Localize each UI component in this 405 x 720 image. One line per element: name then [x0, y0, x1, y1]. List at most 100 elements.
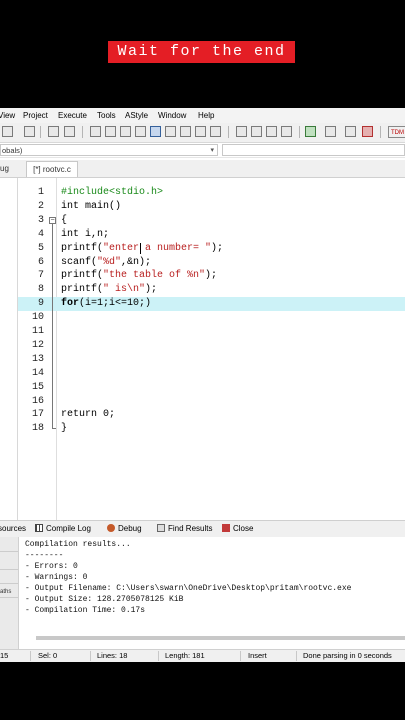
undo-icon[interactable] [48, 126, 59, 137]
toolbar-separator [40, 126, 41, 138]
redo-icon[interactable] [64, 126, 75, 137]
tab-compile-log[interactable]: Compile Log [35, 521, 91, 537]
line-number: 8 [37, 284, 44, 296]
menu-astyle[interactable]: AStyle [125, 108, 148, 123]
line-number: 5 [37, 242, 44, 254]
code-line[interactable]: 11 [18, 325, 405, 339]
scope-dropdown[interactable]: obals) ▾ [0, 144, 218, 156]
new-class-icon[interactable] [210, 126, 221, 137]
line-number: 13 [31, 353, 44, 365]
menu-bar: View Project Execute Tools AStyle Window… [0, 108, 405, 123]
chevron-down-icon[interactable]: ▾ [210, 145, 214, 156]
layout-split-icon[interactable] [251, 126, 262, 137]
code-line[interactable]: 5 printf("enter a number= "); [18, 242, 405, 256]
clean-icon[interactable] [325, 126, 336, 137]
check-syntax-icon[interactable] [305, 126, 316, 137]
toggle-comment-icon[interactable] [195, 126, 206, 137]
ide-window: View Project Execute Tools AStyle Window… [0, 108, 405, 662]
code-line[interactable]: 3{ [18, 214, 405, 228]
log-line: - Errors: 0 [25, 562, 78, 571]
goto-line-icon[interactable] [135, 126, 146, 137]
log-side-button[interactable] [0, 541, 18, 552]
tab-rootvc[interactable]: [*] rootvc.c [26, 161, 78, 177]
code-text: return 0; [61, 409, 116, 421]
code-line[interactable]: 8 printf(" is\n"); [18, 283, 405, 297]
line-number: 14 [31, 367, 44, 379]
code-line[interactable]: 4 int i,n; [18, 228, 405, 242]
compile-icon[interactable] [345, 126, 356, 137]
code-text: int main() [61, 200, 122, 212]
toolbar-separator [82, 126, 83, 138]
code-line[interactable]: 18} [18, 422, 405, 436]
code-line[interactable]: 7 printf("the table of %n"); [18, 269, 405, 283]
bottom-tab-bar: sources Compile Log Debug Find Results C… [0, 520, 405, 538]
code-editor[interactable]: 1 #include<stdio.h> 2 int main() 3{4 int i,n;… [18, 178, 405, 520]
menu-window[interactable]: Window [158, 108, 186, 123]
replace-icon[interactable] [105, 126, 116, 137]
log-side-button[interactable] [0, 559, 18, 570]
tab-debug-fragment[interactable]: ug [0, 164, 9, 173]
stop-icon[interactable] [362, 126, 373, 137]
menu-help[interactable]: Help [198, 108, 214, 123]
code-text: int i,n; [61, 228, 110, 240]
code-line[interactable]: 13 [18, 353, 405, 367]
line-number: 12 [31, 339, 44, 351]
code-line[interactable]: 12 [18, 339, 405, 353]
line-number: 18 [31, 423, 44, 435]
code-line[interactable]: 15 [18, 381, 405, 395]
menu-tools[interactable]: Tools [97, 108, 116, 123]
log-side-button[interactable]: aths [0, 587, 18, 598]
code-text: { [61, 214, 68, 226]
code-text: scanf("%d",&n); [61, 256, 152, 268]
code-line[interactable]: 17 return 0; [18, 408, 405, 422]
compile-log-text: Compilation results... -------- - Errors: … [25, 539, 351, 616]
layout-cascade-icon[interactable] [266, 126, 277, 137]
menu-execute[interactable]: Execute [58, 108, 87, 123]
tab-find-results[interactable]: Find Results [157, 521, 212, 537]
code-line[interactable]: 16 [18, 395, 405, 409]
status-insert-mode: Insert [248, 651, 267, 660]
menu-project[interactable]: Project [23, 108, 48, 123]
log-line: - Output Filename: C:\Users\swarn\OneDri… [25, 584, 352, 593]
menu-view[interactable]: View [0, 108, 15, 123]
bookmark-icon[interactable] [150, 126, 161, 137]
scope-row: obals) ▾ [0, 143, 405, 158]
find-icon[interactable] [90, 126, 101, 137]
tab-debug[interactable]: Debug [107, 521, 142, 537]
code-line[interactable]: 2 int main() [18, 200, 405, 214]
line-number: 15 [31, 381, 44, 393]
unindent-icon[interactable] [180, 126, 191, 137]
toolbar-separator [380, 126, 381, 138]
log-side-button[interactable] [0, 573, 18, 584]
indent-icon[interactable] [165, 126, 176, 137]
compiler-selector[interactable]: TDM [388, 126, 405, 138]
status-selection: Sel: 0 [38, 651, 58, 660]
log-line: -------- [25, 551, 64, 560]
code-line[interactable]: 6 scanf("%d",&n); [18, 256, 405, 270]
code-line[interactable]: 14 [18, 367, 405, 381]
line-number: 11 [31, 326, 44, 337]
tab-debug-label: Debug [118, 524, 142, 533]
symbol-dropdown[interactable] [222, 144, 405, 156]
editor-tab-row: ug [*] rootvc.c [0, 160, 405, 178]
layout-grid-icon[interactable] [281, 126, 292, 137]
fold-toggle-icon[interactable]: − [49, 216, 56, 224]
line-number: 10 [31, 312, 44, 324]
log-horizontal-scrollbar[interactable] [36, 636, 405, 640]
compile-log-icon [35, 524, 43, 532]
tab-close[interactable]: Close [222, 521, 253, 537]
tab-resources[interactable]: sources [0, 521, 26, 537]
layout-tile-icon[interactable] [236, 126, 247, 137]
code-line[interactable]: 10 [18, 311, 405, 325]
save-all-icon[interactable] [2, 126, 13, 137]
fold-end [52, 428, 56, 430]
print-icon[interactable] [24, 126, 35, 137]
line-number: 4 [37, 228, 44, 240]
debug-icon [107, 524, 115, 532]
log-line: - Compilation Time: 0.17s [25, 606, 146, 615]
log-line: Compilation results... [25, 540, 131, 549]
code-line[interactable]: 9 for(i=1;i<=10;) [18, 297, 405, 312]
status-message: Done parsing in 0 seconds [303, 651, 392, 660]
find-next-icon[interactable] [120, 126, 131, 137]
code-line[interactable]: 1 #include<stdio.h> [18, 186, 405, 200]
